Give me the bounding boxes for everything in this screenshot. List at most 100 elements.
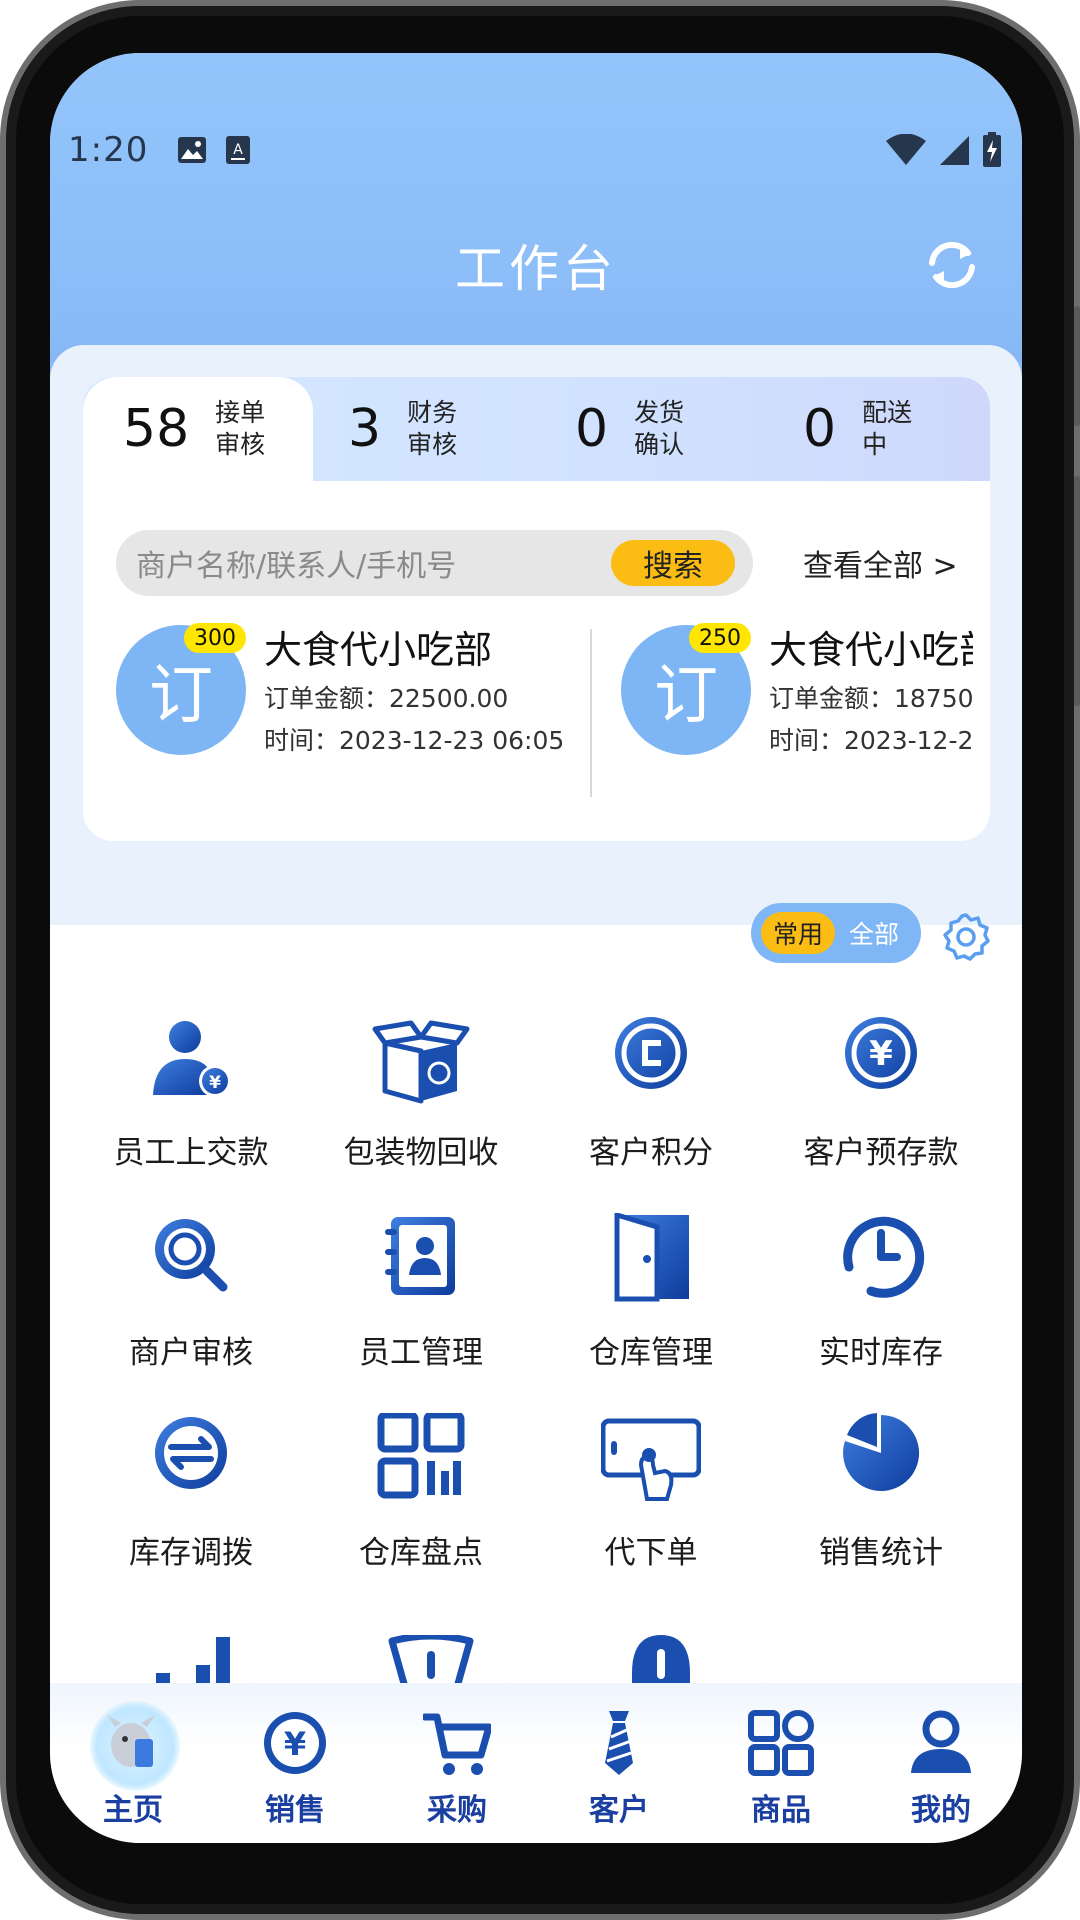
function-realtime-inventory[interactable]: 实时库存 xyxy=(766,1213,996,1393)
tab-shipment-confirm[interactable]: 0 发货确认 xyxy=(573,377,694,481)
tab-label: 审核 xyxy=(215,430,266,459)
grid-apps-icon xyxy=(748,1710,814,1776)
svg-text:¥: ¥ xyxy=(209,1073,221,1093)
nav-mine[interactable]: 我的 xyxy=(860,1683,1022,1843)
function-label: 客户预存款 xyxy=(803,1135,959,1171)
function-inventory-transfer[interactable]: 库存调拨 xyxy=(76,1413,306,1593)
toggle-all[interactable]: 全部 xyxy=(849,915,899,951)
tab-finance-review[interactable]: 3 财务审核 xyxy=(346,377,467,481)
order-merchant-name: 大食代小吃部 xyxy=(769,628,973,672)
tab-label: 发货 xyxy=(634,398,685,427)
app-screen: 1:20 A 工作台 58 接单 审核 3 财务 审核 0 发货 确认 0 配送… xyxy=(50,53,1022,1843)
order-card[interactable]: 订 250 大食代小吃部 订单金额：18750.00 时间：2023-12-23… xyxy=(621,599,973,769)
gear-icon[interactable] xyxy=(940,911,992,963)
battery-icon xyxy=(983,132,1001,167)
status-bar: 1:20 A xyxy=(68,125,1002,175)
image-notification-icon xyxy=(176,134,208,166)
refresh-icon[interactable] xyxy=(920,233,984,297)
nav-label: 销售 xyxy=(265,1793,325,1828)
page-title: 工作台 xyxy=(455,240,617,298)
function-label: 实时库存 xyxy=(819,1335,943,1371)
inventory-transfer-icon xyxy=(155,1417,227,1489)
nav-customer[interactable]: 客户 xyxy=(538,1683,700,1843)
function-label: 仓库盘点 xyxy=(359,1535,483,1571)
nav-label: 商品 xyxy=(751,1793,811,1828)
nav-home[interactable]: 主页 xyxy=(52,1683,214,1843)
tab-count: 0 xyxy=(803,399,837,459)
function-label: 商户审核 xyxy=(129,1335,253,1371)
tab-label: 配送 xyxy=(862,398,913,427)
order-divider xyxy=(590,629,592,797)
function-label: 仓库管理 xyxy=(589,1335,713,1371)
order-status-tabs: 58 接单审核 3 财务审核 0 发货确认 0 配送中 xyxy=(83,377,990,481)
tab-count: 3 xyxy=(348,399,382,459)
nav-label: 采购 xyxy=(427,1793,487,1828)
function-employee-payment[interactable]: ¥ 员工上交款 xyxy=(76,1013,306,1193)
order-time: 时间：2023-12-23 06:05 xyxy=(769,726,973,755)
nav-label: 主页 xyxy=(103,1793,163,1828)
svg-text:A: A xyxy=(234,142,244,158)
nav-label: 我的 xyxy=(911,1793,971,1828)
tab-label: 接单 xyxy=(215,398,266,427)
function-warehouse-stocktake[interactable]: 仓库盘点 xyxy=(306,1413,536,1593)
function-warehouse-management[interactable]: 仓库管理 xyxy=(536,1213,766,1393)
function-sales-statistics[interactable]: 销售统计 xyxy=(766,1413,996,1593)
nav-products[interactable]: 商品 xyxy=(700,1683,862,1843)
search-input[interactable]: 商户名称/联系人/手机号 xyxy=(136,541,456,585)
customer-points-icon xyxy=(615,1017,687,1089)
order-card[interactable]: 订 300 大食代小吃部 订单金额：22500.00 时间：2023-12-23… xyxy=(116,599,586,769)
function-label: 销售统计 xyxy=(819,1535,943,1571)
function-label: 库存调拨 xyxy=(129,1535,253,1571)
sales-statistics-icon xyxy=(843,1413,920,1491)
user-icon xyxy=(911,1710,971,1773)
warehouse-stocktake-icon xyxy=(377,1413,465,1499)
nav-label: 客户 xyxy=(589,1793,649,1828)
function-employee-management[interactable]: 员工管理 xyxy=(306,1213,536,1393)
text-notification-icon: A xyxy=(222,134,254,166)
function-label: 客户积分 xyxy=(589,1135,713,1171)
employee-management-icon xyxy=(385,1217,455,1295)
function-label: 员工管理 xyxy=(359,1335,483,1371)
function-label: 员工上交款 xyxy=(113,1135,269,1171)
proxy-order-icon xyxy=(601,1418,701,1501)
home-mascot-icon xyxy=(107,1715,155,1767)
tab-delivering[interactable]: 0 配送中 xyxy=(801,377,922,481)
order-merchant-name: 大食代小吃部 xyxy=(264,628,493,672)
status-time: 1:20 xyxy=(68,130,149,170)
employee-payment-icon: ¥ xyxy=(153,1021,231,1097)
yen-coin-icon: ¥ xyxy=(264,1712,326,1774)
toggle-common[interactable]: 常用 xyxy=(761,912,836,954)
nav-sales[interactable]: ¥ 销售 xyxy=(214,1683,376,1843)
function-proxy-order[interactable]: 代下单 xyxy=(536,1413,766,1593)
realtime-inventory-icon xyxy=(843,1216,925,1298)
wifi-icon xyxy=(886,134,926,165)
cart-icon xyxy=(423,1713,491,1775)
tie-icon xyxy=(605,1711,633,1775)
menu-mode-toggle[interactable]: 常用 全部 xyxy=(751,903,921,963)
order-time: 时间：2023-12-23 06:05 xyxy=(264,726,565,755)
function-label: 包装物回收 xyxy=(343,1135,499,1171)
tab-label: 中 xyxy=(862,430,888,459)
merchant-review-icon xyxy=(155,1219,228,1292)
svg-text:¥: ¥ xyxy=(869,1034,893,1074)
tab-count: 0 xyxy=(575,399,609,459)
customer-deposit-icon: ¥ xyxy=(845,1017,917,1089)
function-customer-points[interactable]: 客户积分 xyxy=(536,1013,766,1193)
order-amount: 订单金额：18750.00 xyxy=(769,684,973,713)
function-customer-deposit[interactable]: ¥ 客户预存款 xyxy=(766,1013,996,1193)
tab-order-review[interactable]: 58 接单审核 xyxy=(83,377,313,481)
nav-purchase[interactable]: 采购 xyxy=(376,1683,538,1843)
function-package-recycle[interactable]: 包装物回收 xyxy=(306,1013,536,1193)
tab-label: 审核 xyxy=(407,430,458,459)
order-quantity-badge: 300 xyxy=(184,623,246,653)
svg-text:¥: ¥ xyxy=(284,1725,306,1763)
tab-label: 确认 xyxy=(634,430,685,459)
signal-icon xyxy=(940,136,969,165)
tab-count: 58 xyxy=(123,399,190,459)
order-quantity-badge: 250 xyxy=(689,623,751,653)
tab-label: 财务 xyxy=(407,398,458,427)
order-panel: 商户名称/联系人/手机号 搜索 查看全部 > 订 300 大食代小吃部 订单金额… xyxy=(83,481,990,841)
function-merchant-review[interactable]: 商户审核 xyxy=(76,1213,306,1393)
package-recycle-icon xyxy=(372,1020,470,1104)
warehouse-management-icon xyxy=(614,1213,689,1302)
